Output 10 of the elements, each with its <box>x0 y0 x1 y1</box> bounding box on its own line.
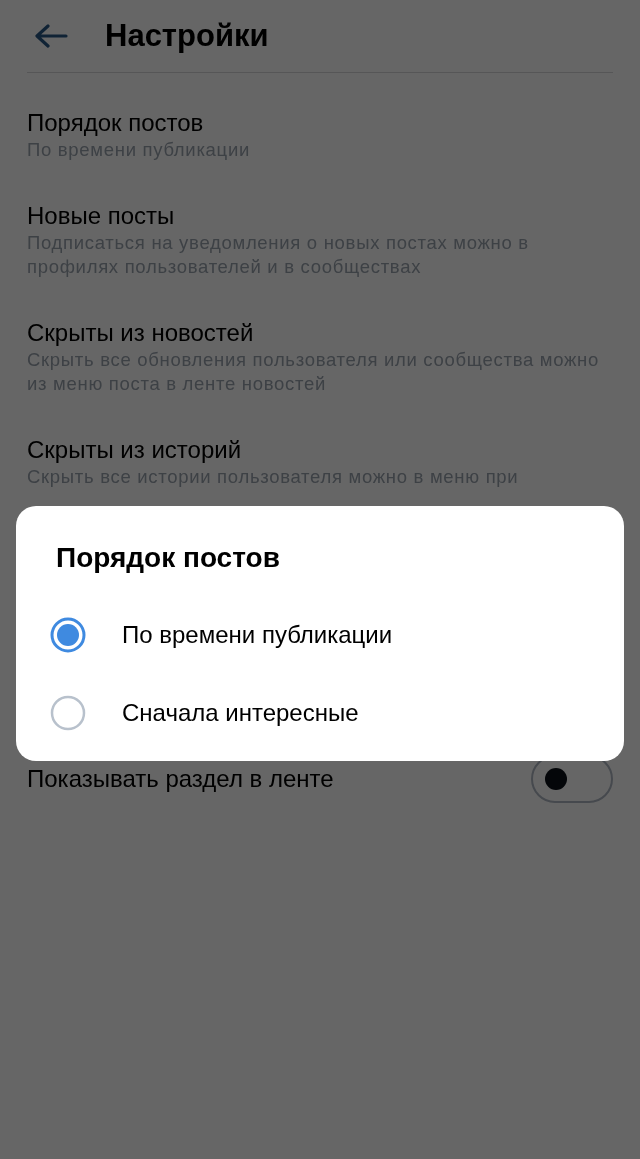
screen-title: Настройки <box>105 18 269 54</box>
back-arrow-icon[interactable] <box>34 24 68 48</box>
setting-title[interactable]: Порядок постов <box>27 108 613 138</box>
setting-title[interactable]: Скрыты из новостей <box>27 318 613 348</box>
radio-option[interactable]: По времени публикации <box>16 596 624 674</box>
setting-title: Показывать раздел в ленте <box>27 765 334 793</box>
radio-option[interactable]: Сначала интересные <box>16 674 624 752</box>
dialog-title: Порядок постов <box>56 542 281 574</box>
setting-title[interactable]: Новые посты <box>27 201 613 231</box>
setting-title[interactable]: Скрыты из историй <box>27 435 613 465</box>
